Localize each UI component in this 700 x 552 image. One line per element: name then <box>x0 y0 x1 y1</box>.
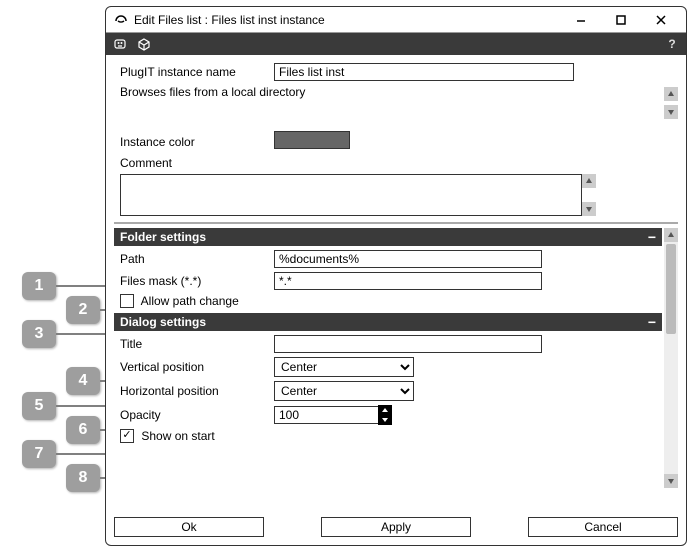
opacity-label: Opacity <box>114 408 274 422</box>
title-input[interactable] <box>274 335 542 353</box>
window-title: Edit Files list : Files list inst instan… <box>134 13 558 27</box>
dialog-settings-header-label: Dialog settings <box>120 315 648 329</box>
callout-5: 5 <box>22 392 56 420</box>
plugit-icon[interactable] <box>112 36 128 52</box>
show-on-start-label: Show on start <box>141 429 214 443</box>
description-scrollbar[interactable] <box>664 87 678 119</box>
allow-path-change-label: Allow path change <box>141 294 239 308</box>
opacity-input[interactable] <box>274 406 378 424</box>
instance-name-label: PlugIT instance name <box>114 65 274 79</box>
horizontal-position-select[interactable]: Center <box>274 381 414 401</box>
collapse-icon: − <box>648 317 656 327</box>
instance-section: PlugIT instance name Browses files from … <box>114 63 678 224</box>
files-mask-label: Files mask (*.*) <box>114 274 274 288</box>
instance-color-label: Instance color <box>114 135 274 149</box>
allow-path-change-checkbox[interactable] <box>120 294 134 308</box>
dialog-settings-header[interactable]: Dialog settings − <box>114 313 662 331</box>
box-icon[interactable] <box>136 36 152 52</box>
dialog-window: Edit Files list : Files list inst instan… <box>105 6 687 546</box>
settings-panel: Folder settings − Path Files mask (*.*) <box>114 228 678 488</box>
maximize-button[interactable] <box>604 10 638 30</box>
app-icon <box>114 13 128 27</box>
instance-description: Browses files from a local directory <box>114 85 678 99</box>
apply-button[interactable]: Apply <box>321 517 471 537</box>
collapse-icon: − <box>648 232 656 242</box>
button-bar: Ok Apply Cancel <box>114 517 678 539</box>
ok-button[interactable]: Ok <box>114 517 264 537</box>
minimize-button[interactable] <box>564 10 598 30</box>
cancel-button[interactable]: Cancel <box>528 517 678 537</box>
help-icon[interactable]: ? <box>664 36 680 52</box>
vertical-position-select[interactable]: Center <box>274 357 414 377</box>
callout-7: 7 <box>22 440 56 468</box>
comment-input[interactable] <box>120 174 582 216</box>
toolbar: ? <box>106 33 686 55</box>
callout-6: 6 <box>66 416 100 444</box>
opacity-spinner[interactable] <box>378 405 392 425</box>
close-button[interactable] <box>644 10 678 30</box>
files-mask-input[interactable] <box>274 272 542 290</box>
path-input[interactable] <box>274 250 542 268</box>
comment-scrollbar[interactable] <box>582 174 596 216</box>
callout-4: 4 <box>66 367 100 395</box>
callout-2: 2 <box>66 296 100 324</box>
vertical-position-label: Vertical position <box>114 360 274 374</box>
comment-label: Comment <box>114 156 274 170</box>
callout-1: 1 <box>22 272 56 300</box>
svg-text:?: ? <box>668 37 675 51</box>
title-label: Title <box>114 337 274 351</box>
instance-color-swatch[interactable] <box>274 131 350 149</box>
folder-settings-header[interactable]: Folder settings − <box>114 228 662 246</box>
folder-settings-header-label: Folder settings <box>120 230 648 244</box>
callout-8: 8 <box>66 464 100 492</box>
titlebar: Edit Files list : Files list inst instan… <box>106 7 686 33</box>
horizontal-position-label: Horizontal position <box>114 384 274 398</box>
instance-name-input[interactable] <box>274 63 574 81</box>
settings-scrollbar[interactable] <box>664 228 678 488</box>
callout-3: 3 <box>22 320 56 348</box>
path-label: Path <box>114 252 274 266</box>
show-on-start-checkbox[interactable] <box>120 429 134 443</box>
